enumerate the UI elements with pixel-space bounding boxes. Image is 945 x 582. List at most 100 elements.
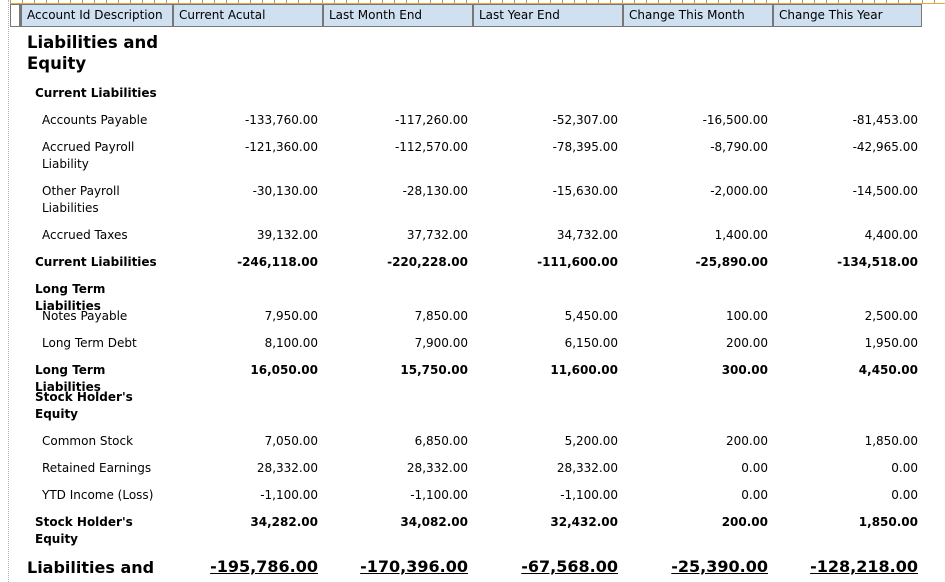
value-last-month-end: -1,100.00: [410, 488, 468, 502]
account-label-text: Common Stock: [42, 434, 134, 448]
column-header-change-this-month[interactable]: Change This Month: [623, 4, 773, 27]
value-last-year-end: 34,732.00: [556, 228, 618, 242]
account-label: Long Term Debt: [42, 335, 177, 352]
value-last-month-end: 6,850.00: [414, 434, 468, 448]
value-current-actual: 7,950.00: [264, 309, 318, 323]
account-label-text-line2: Liability: [42, 157, 89, 171]
value-change-this-year: 1,850.00: [864, 434, 918, 448]
value-change-this-year: 4,400.00: [864, 228, 918, 242]
value-last-month-end: 15,750.00: [400, 363, 468, 377]
value-change-this-month: 1,400.00: [714, 228, 768, 242]
account-label-text: YTD Income (Loss): [42, 488, 154, 502]
value-last-month-end: 28,332.00: [406, 461, 468, 475]
account-label: Retained Earnings: [42, 460, 177, 477]
value-last-year-end: 32,432.00: [550, 515, 618, 529]
value-change-this-month: -8,790.00: [710, 140, 768, 154]
grand-total-label: Liabilities and: [27, 558, 155, 577]
report-title-line2: Equity: [27, 54, 87, 73]
value-last-year-end: 11,600.00: [550, 363, 618, 377]
value-last-month-end: -28,130.00: [402, 184, 468, 198]
value-change-this-month: 0.00: [741, 461, 768, 475]
value-current-actual: 16,050.00: [250, 363, 318, 377]
section-total-label-text-line2: Equity: [35, 532, 79, 546]
account-label-text-line2: Liabilities: [42, 201, 99, 215]
account-label: Accounts Payable: [42, 112, 177, 129]
value-change-this-year: 4,450.00: [858, 363, 918, 377]
value-last-month-end: -117,260.00: [394, 113, 468, 127]
account-label-text: Retained Earnings: [42, 461, 152, 475]
value-current-actual: -246,118.00: [237, 255, 318, 269]
section-total-label: Current Liabilities: [35, 254, 170, 271]
value-last-month-end: 34,082.00: [400, 515, 468, 529]
value-last-month-end: -220,228.00: [387, 255, 468, 269]
value-change-this-year: -81,453.00: [852, 113, 918, 127]
account-label-text: Long Term Debt: [42, 336, 137, 350]
value-change-this-month: 100.00: [726, 309, 768, 323]
value-last-year-end: 6,150.00: [564, 336, 618, 350]
value-change-this-month: 300.00: [721, 363, 768, 377]
value-current-actual: -1,100.00: [260, 488, 318, 502]
value-change-this-month: -16,500.00: [702, 113, 768, 127]
value-last-month-end: 7,900.00: [414, 336, 468, 350]
value-last-year-end: -15,630.00: [552, 184, 618, 198]
value-change-this-month: -25,890.00: [695, 255, 768, 269]
column-header-last-month-end[interactable]: Last Month End: [323, 4, 473, 27]
column-header-account[interactable]: Account Id Description: [21, 4, 173, 27]
value-change-this-year: -134,518.00: [837, 255, 918, 269]
column-header-change-this-year[interactable]: Change This Year: [773, 4, 922, 27]
value-change-this-year: 0.00: [891, 461, 918, 475]
report-title: Liabilities and Equity: [27, 32, 187, 74]
account-label: Accrued Payroll Liability: [42, 139, 177, 173]
account-label-text: Notes Payable: [42, 309, 128, 323]
value-last-year-end: -52,307.00: [552, 113, 618, 127]
section-total-label: Stock Holder's Equity: [35, 514, 170, 548]
value-last-year-end: -111,600.00: [537, 255, 618, 269]
value-change-this-month: 200.00: [726, 434, 768, 448]
column-header-last-year-end[interactable]: Last Year End: [473, 4, 623, 27]
account-label: Notes Payable: [42, 308, 177, 325]
column-header-row: Account Id Description Current Acutal La…: [10, 4, 922, 27]
value-change-this-month: 200.00: [726, 336, 768, 350]
value-change-this-year: -42,965.00: [852, 140, 918, 154]
value-current-actual: -133,760.00: [244, 113, 318, 127]
value-current-actual: -195,786.00: [210, 557, 318, 576]
value-change-this-year: 0.00: [891, 488, 918, 502]
value-current-actual: 28,332.00: [256, 461, 318, 475]
value-current-actual: 34,282.00: [250, 515, 318, 529]
header-row-selector[interactable]: [10, 4, 21, 27]
value-last-year-end: -67,568.00: [521, 557, 618, 576]
value-change-this-month: 200.00: [721, 515, 768, 529]
account-label: YTD Income (Loss): [42, 487, 177, 504]
value-current-actual: 8,100.00: [264, 336, 318, 350]
account-label-text: Other Payroll: [42, 184, 120, 198]
value-change-this-month: -2,000.00: [710, 184, 768, 198]
section-heading-text: Current Liabilities: [35, 86, 157, 100]
section-heading-text: Stock Holder's: [35, 390, 133, 404]
value-last-year-end: -78,395.00: [552, 140, 618, 154]
section-heading: Stock Holder's Equity: [35, 389, 170, 423]
value-current-actual: -121,360.00: [244, 140, 318, 154]
account-label: Other Payroll Liabilities: [42, 183, 177, 217]
section-heading-text-line2: Equity: [35, 407, 79, 421]
value-change-this-year: 1,850.00: [858, 515, 918, 529]
value-change-this-year: 1,950.00: [864, 336, 918, 350]
value-last-year-end: -1,100.00: [560, 488, 618, 502]
value-last-year-end: 28,332.00: [556, 461, 618, 475]
value-current-actual: -30,130.00: [252, 184, 318, 198]
value-current-actual: 7,050.00: [264, 434, 318, 448]
value-last-year-end: 5,200.00: [564, 434, 618, 448]
value-last-month-end: 7,850.00: [414, 309, 468, 323]
value-change-this-year: 2,500.00: [864, 309, 918, 323]
value-change-this-month: 0.00: [741, 488, 768, 502]
value-change-this-month: -25,390.00: [671, 557, 768, 576]
section-total-label-text: Stock Holder's: [35, 515, 133, 529]
account-label-text: Accrued Taxes: [42, 228, 128, 242]
report-title-line1: Liabilities and: [27, 33, 159, 52]
section-heading: Current Liabilities: [35, 85, 170, 102]
value-last-month-end: -112,570.00: [394, 140, 468, 154]
page-margin-guide: [8, 0, 9, 582]
account-label-text: Accounts Payable: [42, 113, 148, 127]
column-header-current-actual[interactable]: Current Acutal: [173, 4, 323, 27]
account-label: Common Stock: [42, 433, 177, 450]
value-last-month-end: -170,396.00: [360, 557, 468, 576]
